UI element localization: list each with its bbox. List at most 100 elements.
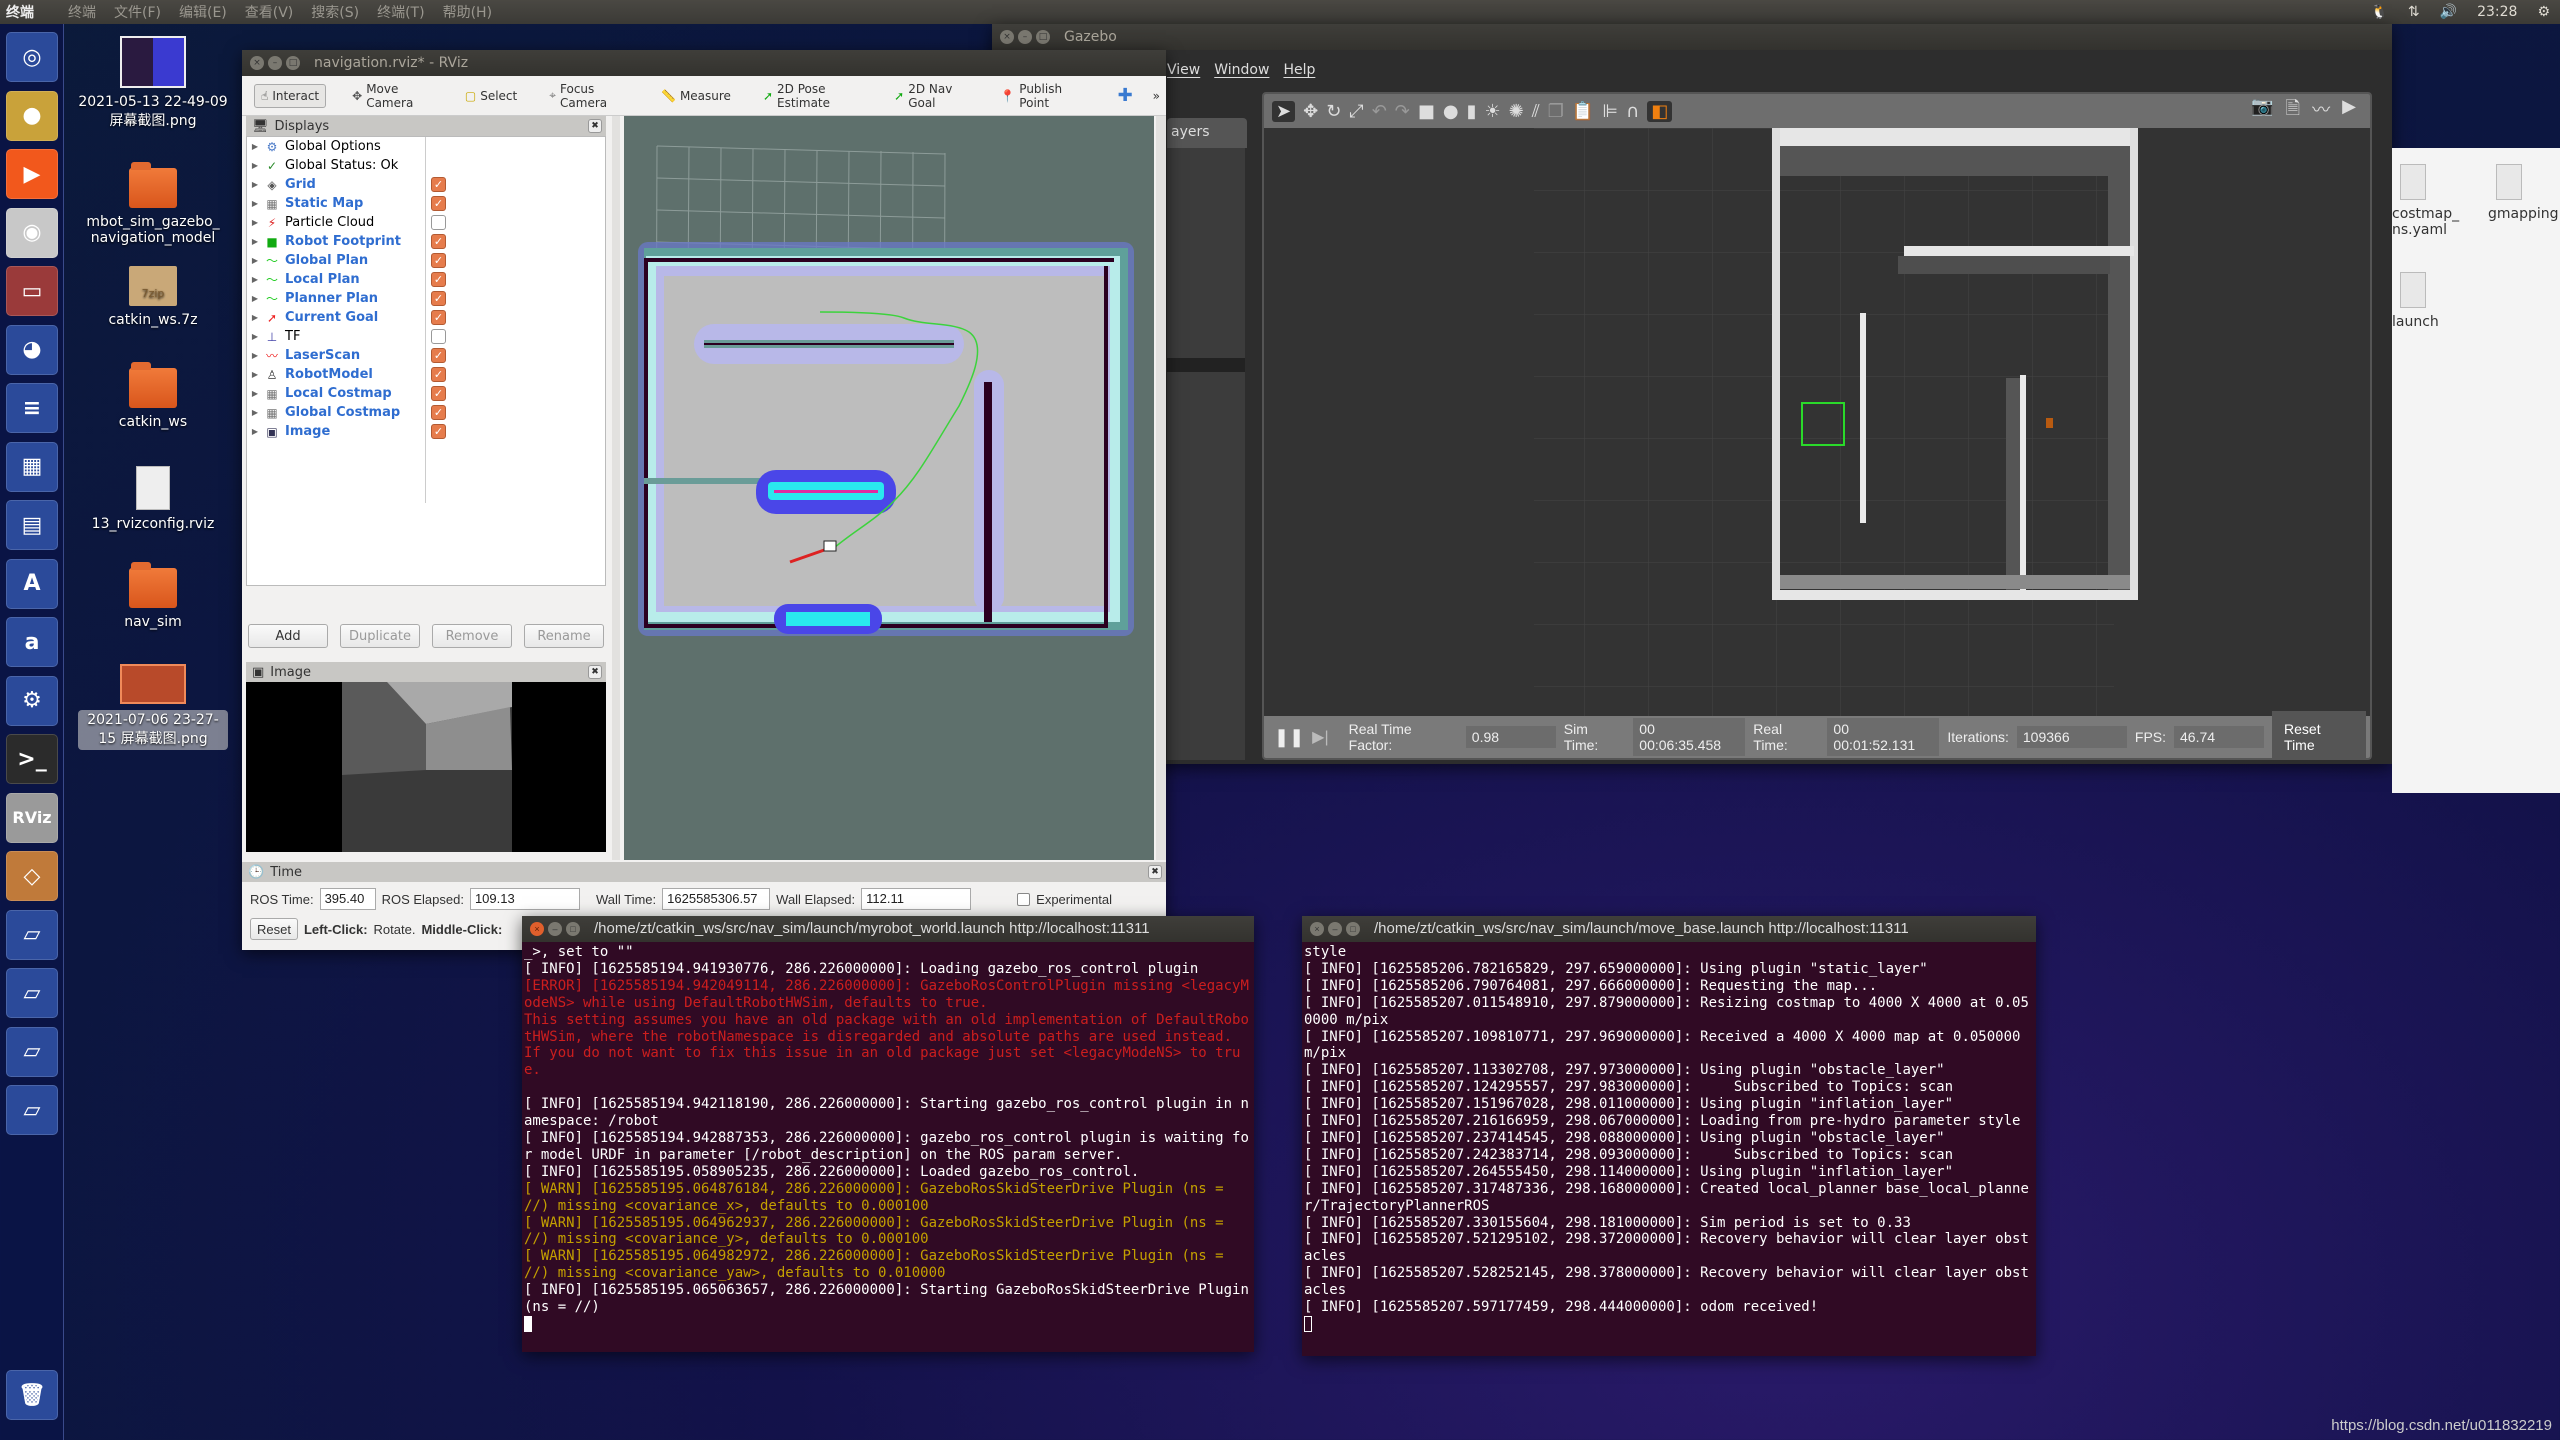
box-icon[interactable]: ■ — [1418, 101, 1435, 122]
desktop-item[interactable]: 2021-05-13 22-49-09 屏幕截图.png — [78, 36, 228, 130]
log-icon[interactable]: 🗎 — [2286, 96, 2300, 126]
expand-triangle-icon[interactable]: ▶ — [247, 389, 263, 398]
step-icon[interactable]: ▶| — [1312, 727, 1328, 747]
expand-triangle-icon[interactable]: ▶ — [247, 256, 263, 265]
expand-triangle-icon[interactable]: ▶ — [247, 161, 263, 170]
rotate-icon[interactable]: ↻ — [1326, 101, 1341, 122]
scale-icon[interactable]: ⤢ — [1349, 101, 1363, 122]
expand-triangle-icon[interactable]: ▶ — [247, 275, 263, 284]
terminal-move-base[interactable]: × – □ /home/zt/catkin_ws/src/nav_sim/lau… — [1302, 916, 2036, 1356]
ros-time-field[interactable]: 395.40 — [319, 888, 376, 910]
display-item[interactable]: ▶ ♙ RobotModel ✓ — [247, 365, 605, 384]
expand-triangle-icon[interactable]: ▶ — [247, 218, 263, 227]
ros-elapsed-field[interactable]: 109.13 — [469, 888, 580, 910]
launcher-terminal[interactable]: >_ — [6, 734, 58, 784]
display-enabled-checkbox[interactable]: ✓ — [431, 196, 446, 211]
maximize-icon[interactable]: □ — [1036, 30, 1050, 44]
display-enabled-checkbox[interactable]: ✓ — [431, 348, 446, 363]
reset-time-button[interactable]: Reset Time — [2272, 711, 2366, 758]
expand-triangle-icon[interactable]: ▶ — [247, 142, 263, 151]
display-enabled-checkbox[interactable]: ✓ — [431, 424, 446, 439]
display-enabled-checkbox[interactable] — [431, 329, 446, 344]
file-item[interactable]: costmap_ ns.yaml — [2392, 158, 2472, 238]
expand-triangle-icon[interactable]: ▶ — [247, 351, 263, 360]
expand-triangle-icon[interactable]: ▶ — [247, 370, 263, 379]
menu-item[interactable]: 编辑(E) — [179, 2, 227, 22]
expand-triangle-icon[interactable]: ▶ — [247, 427, 263, 436]
tool-2d-nav-goal[interactable]: ➚ 2D Nav Goal — [888, 78, 974, 114]
close-icon[interactable]: × — [250, 56, 264, 70]
align-icon[interactable]: ⊫ — [1602, 101, 1618, 122]
right-dock-handle[interactable] — [1156, 116, 1166, 860]
splitter-handle[interactable] — [612, 116, 620, 860]
rviz-3d-view[interactable] — [624, 116, 1154, 860]
desktop-item[interactable]: nav_sim — [78, 562, 228, 630]
menu-item[interactable]: 文件(F) — [114, 2, 161, 22]
menu-item[interactable]: Help — [1283, 62, 1315, 78]
display-enabled-checkbox[interactable]: ✓ — [431, 234, 446, 249]
menu-item[interactable]: 搜索(S) — [311, 2, 359, 22]
expand-triangle-icon[interactable]: ▶ — [247, 294, 263, 303]
wall-elapsed-field[interactable]: 112.11 — [861, 888, 972, 910]
clock[interactable]: 23:28 — [2477, 4, 2517, 20]
snap-icon[interactable]: ∩ — [1626, 101, 1639, 122]
menu-item[interactable]: 帮助(H) — [443, 2, 492, 22]
launcher-software-center[interactable]: A — [6, 558, 58, 609]
file-item[interactable]: gmapping — [2488, 158, 2560, 222]
display-item[interactable]: ▶ ■ Robot Footprint ✓ — [247, 232, 605, 251]
desktop-item[interactable]: 7zip catkin_ws.7z — [78, 266, 228, 328]
display-item[interactable]: ▶ ▦ Static Map ✓ — [247, 194, 605, 213]
display-enabled-checkbox[interactable]: ✓ — [431, 367, 446, 382]
display-enabled-checkbox[interactable]: ✓ — [431, 386, 446, 401]
launcher-gazebo[interactable]: ◇ — [6, 851, 58, 901]
wall-time-field[interactable]: 1625585306.57 — [662, 888, 771, 910]
paste-icon[interactable]: 📋 — [1572, 101, 1594, 122]
minimize-icon[interactable]: – — [548, 922, 562, 936]
menu-item[interactable]: 终端 — [68, 2, 96, 22]
display-item[interactable]: ▶ 〜 Local Plan ✓ — [247, 270, 605, 289]
view-angle-icon[interactable]: ◧ — [1647, 100, 1673, 122]
launcher-file-cabinet[interactable]: ▭ — [6, 266, 58, 316]
expand-triangle-icon[interactable]: ▶ — [247, 199, 263, 208]
network-icon[interactable]: ⇅ — [2408, 4, 2420, 20]
add-tool-plus-icon[interactable]: ✚ — [1118, 85, 1133, 106]
launcher-rviz[interactable]: RViz — [6, 792, 58, 843]
launcher-settings[interactable]: ⚙ — [6, 675, 58, 726]
display-item[interactable]: ▶ ▣ Image ✓ — [247, 422, 605, 441]
launcher-drive-4[interactable]: ▱ — [6, 1085, 58, 1135]
cylinder-icon[interactable]: ▮ — [1467, 101, 1477, 122]
launcher-ubuntu-dash[interactable]: ◎ — [6, 32, 58, 82]
launcher-firefox[interactable]: ◕ — [6, 324, 58, 375]
rviz-titlebar[interactable]: × – □ navigation.rviz* - RViz — [242, 50, 1166, 76]
tool-select[interactable]: ▢ Select — [459, 85, 523, 107]
menu-item[interactable]: Window — [1214, 62, 1269, 78]
expand-triangle-icon[interactable]: ▶ — [247, 237, 263, 246]
display-enabled-checkbox[interactable] — [431, 215, 446, 230]
volume-icon[interactable]: 🔊 — [2440, 4, 2457, 20]
experimental-checkbox[interactable] — [1017, 892, 1031, 906]
maximize-icon[interactable]: □ — [1346, 922, 1360, 936]
undo-icon[interactable]: ↶ — [1372, 101, 1387, 122]
select-mode-icon[interactable]: ➤ — [1272, 100, 1296, 122]
launcher-chrome[interactable]: ● — [6, 90, 58, 141]
gazebo-3d-view[interactable]: ➤ ✥ ↻ ⤢ ↶ ↷ ■ ● ▮ ☀ ✺ ⫽ ❐ 📋 ⊫ ∩ ◧ 📷 🗎 〰 … — [1262, 92, 2372, 760]
minimize-icon[interactable]: – — [268, 56, 282, 70]
menu-item[interactable]: 终端(T) — [377, 2, 424, 22]
launcher-drive-3[interactable]: ▱ — [6, 1026, 58, 1077]
display-item[interactable]: ▶ 〜 Planner Plan ✓ — [247, 289, 605, 308]
launcher-amazon[interactable]: a — [6, 617, 58, 667]
tool-measure[interactable]: 📏 Measure — [655, 85, 737, 107]
display-enabled-checkbox[interactable]: ✓ — [431, 272, 446, 287]
remove-button[interactable]: Remove — [432, 624, 512, 648]
gazebo-titlebar[interactable]: × – □ Gazebo — [992, 24, 2392, 50]
rename-button[interactable]: Rename — [524, 624, 604, 648]
close-icon[interactable]: × — [530, 922, 544, 936]
directional-light-icon[interactable]: ⫽ — [1532, 101, 1540, 122]
tab-layers[interactable]: ayers — [1167, 118, 1247, 148]
maximize-icon[interactable]: □ — [286, 56, 300, 70]
close-icon[interactable]: × — [1310, 922, 1324, 936]
file-item[interactable]: launch — [2392, 266, 2472, 330]
launcher-calc[interactable]: ▦ — [6, 441, 58, 492]
display-item[interactable]: ▶ ▦ Local Costmap ✓ — [247, 384, 605, 403]
desktop-item[interactable]: catkin_ws — [78, 362, 228, 430]
